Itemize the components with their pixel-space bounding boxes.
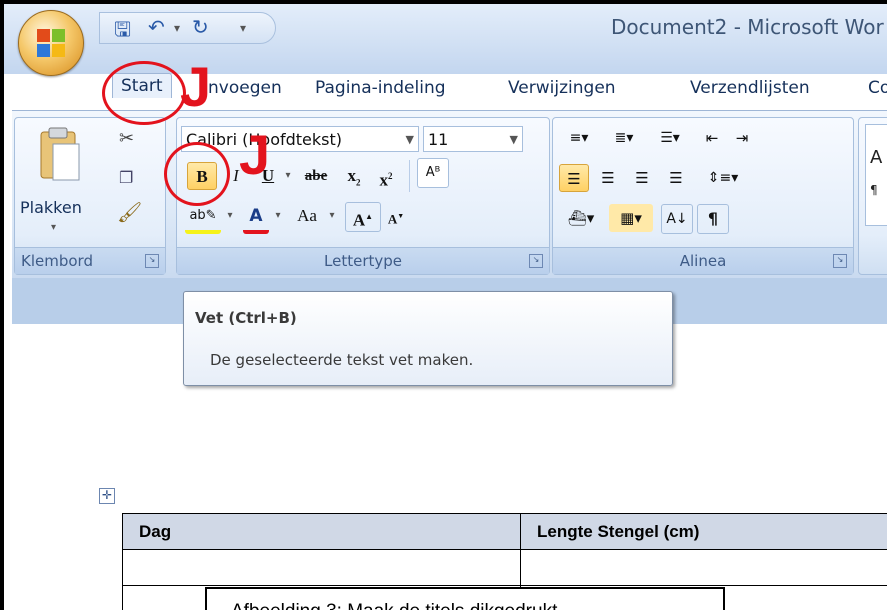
justify-icon[interactable]: ☰ (661, 164, 691, 192)
table-row (122, 549, 887, 586)
shrink-font-button[interactable]: A▼ (383, 202, 409, 230)
font-size-value: 11 (428, 130, 449, 149)
annotation-circle-start (102, 61, 186, 125)
shading-icon[interactable]: ⛴▾ (559, 204, 603, 232)
clipboard-group: Plakken ▾ ✂ ❐ 🖌 Klembord ↘ (14, 117, 166, 275)
paste-icon[interactable] (37, 126, 81, 184)
font-color-icon[interactable]: A (243, 202, 269, 234)
figure-caption: Afbeelding 3: Maak de titels dikgedrukt. (205, 587, 725, 610)
superscript-button[interactable]: x2 (373, 162, 399, 190)
save-icon[interactable]: 🖫 (114, 15, 131, 49)
paragraph-launcher-icon[interactable]: ↘ (833, 254, 847, 268)
chevron-down-icon: ▼ (405, 133, 414, 146)
redo-icon[interactable]: ↻ (192, 15, 209, 39)
chevron-down-icon: ▼ (509, 133, 518, 146)
styles-group: A ¶ (858, 117, 887, 275)
office-button[interactable] (18, 10, 84, 76)
style-preview-label: ¶ (870, 183, 878, 197)
subscript-button[interactable]: x2 (341, 162, 367, 190)
font-color-dropdown-icon[interactable]: ▾ (271, 202, 285, 230)
grow-font-button[interactable]: A▲ (345, 202, 381, 232)
tooltip-description: De geselecteerde tekst vet maken. (210, 351, 474, 369)
numbering-icon[interactable]: ≣▾ (603, 124, 645, 152)
table-cell[interactable] (122, 549, 521, 586)
annotation-circle-bold (164, 142, 230, 206)
highlight-color-icon[interactable]: ab✎ (185, 202, 221, 234)
tab-verzendlijsten[interactable]: Verzendlijsten (690, 78, 810, 98)
table-header-row: Dag Lengte Stengel (cm) (122, 513, 887, 550)
change-case-button[interactable]: Aa (289, 202, 325, 230)
format-painter-icon[interactable]: 🖌 (117, 200, 142, 224)
annotation-letter: J (180, 55, 212, 118)
style-gallery[interactable]: A ¶ (865, 124, 887, 226)
undo-dropdown-icon[interactable]: ▾ (174, 21, 180, 35)
font-launcher-icon[interactable]: ↘ (529, 254, 543, 268)
font-group: Calibri (Hoofdtekst) ▼ 11 ▼ B I U ▾ abe … (176, 117, 550, 275)
paste-label[interactable]: Plakken (20, 198, 82, 217)
increase-indent-icon[interactable]: ⇥ (729, 124, 755, 152)
tab-more[interactable]: Co (868, 78, 887, 98)
undo-icon[interactable]: ↶ (148, 15, 165, 39)
table-cell[interactable] (520, 549, 887, 586)
bullets-icon[interactable]: ≡▾ (559, 124, 599, 152)
tooltip-title: Vet (Ctrl+B) (195, 309, 297, 327)
highlight-dropdown-icon[interactable]: ▾ (223, 202, 237, 230)
office-logo-icon (37, 29, 65, 57)
table-header-cell[interactable]: Lengte Stengel (cm) (520, 513, 887, 550)
clipboard-group-label: Klembord (15, 247, 165, 274)
window-title: Document2 - Microsoft Wor (611, 15, 884, 39)
cut-icon[interactable]: ✂ (119, 128, 134, 149)
show-formatting-marks-icon[interactable]: ¶ (697, 204, 729, 234)
table-move-handle-icon[interactable]: ✛ (99, 488, 115, 504)
font-group-label: Lettertype (177, 247, 549, 274)
paragraph-group: ≡▾ ≣▾ ☰▾ ⇤ ⇥ ☰ ☰ ☰ ☰ ⇕≡▾ ⛴▾ ▦▾ A↓ ¶ Alin… (552, 117, 854, 275)
decrease-indent-icon[interactable]: ⇤ (699, 124, 725, 152)
clear-formatting-icon[interactable]: Aᴮ (417, 158, 449, 188)
tab-verwijzingen[interactable]: Verwijzingen (508, 78, 616, 98)
quick-access-toolbar: 🖫 ↶ ▾ ↻ ▾ (99, 12, 276, 44)
borders-icon[interactable]: ▦▾ (609, 204, 653, 232)
align-left-icon[interactable]: ☰ (559, 164, 589, 192)
bold-tooltip: Vet (Ctrl+B) De geselecteerde tekst vet … (183, 291, 673, 386)
separator (409, 160, 410, 192)
customize-qat-icon[interactable]: ▾ (240, 21, 246, 35)
line-spacing-icon[interactable]: ⇕≡▾ (703, 164, 743, 192)
underline-dropdown-icon[interactable]: ▾ (281, 162, 295, 190)
sort-icon[interactable]: A↓ (661, 204, 693, 234)
paste-dropdown-icon[interactable]: ▾ (51, 222, 56, 233)
tab-invoegen[interactable]: nvoegen (208, 78, 282, 98)
word-window: 🖫 ↶ ▾ ↻ ▾ Document2 - Microsoft Wor Star… (0, 0, 887, 610)
change-case-dropdown-icon[interactable]: ▾ (325, 202, 339, 230)
paragraph-group-label: Alinea (553, 247, 853, 274)
style-preview: A (870, 147, 883, 168)
strikethrough-button[interactable]: abe (297, 162, 335, 190)
align-right-icon[interactable]: ☰ (627, 164, 657, 192)
multilevel-list-icon[interactable]: ☰▾ (649, 124, 691, 152)
copy-icon[interactable]: ❐ (119, 168, 133, 187)
clipboard-launcher-icon[interactable]: ↘ (145, 254, 159, 268)
annotation-letter: J (239, 123, 271, 186)
tab-pagina-indeling[interactable]: Pagina-indeling (315, 78, 446, 98)
font-size-combo[interactable]: 11 ▼ (423, 126, 523, 152)
ribbon: Plakken ▾ ✂ ❐ 🖌 Klembord ↘ Calibri (Hoof… (12, 110, 887, 279)
align-center-icon[interactable]: ☰ (593, 164, 623, 192)
table-header-cell[interactable]: Dag (122, 513, 521, 550)
